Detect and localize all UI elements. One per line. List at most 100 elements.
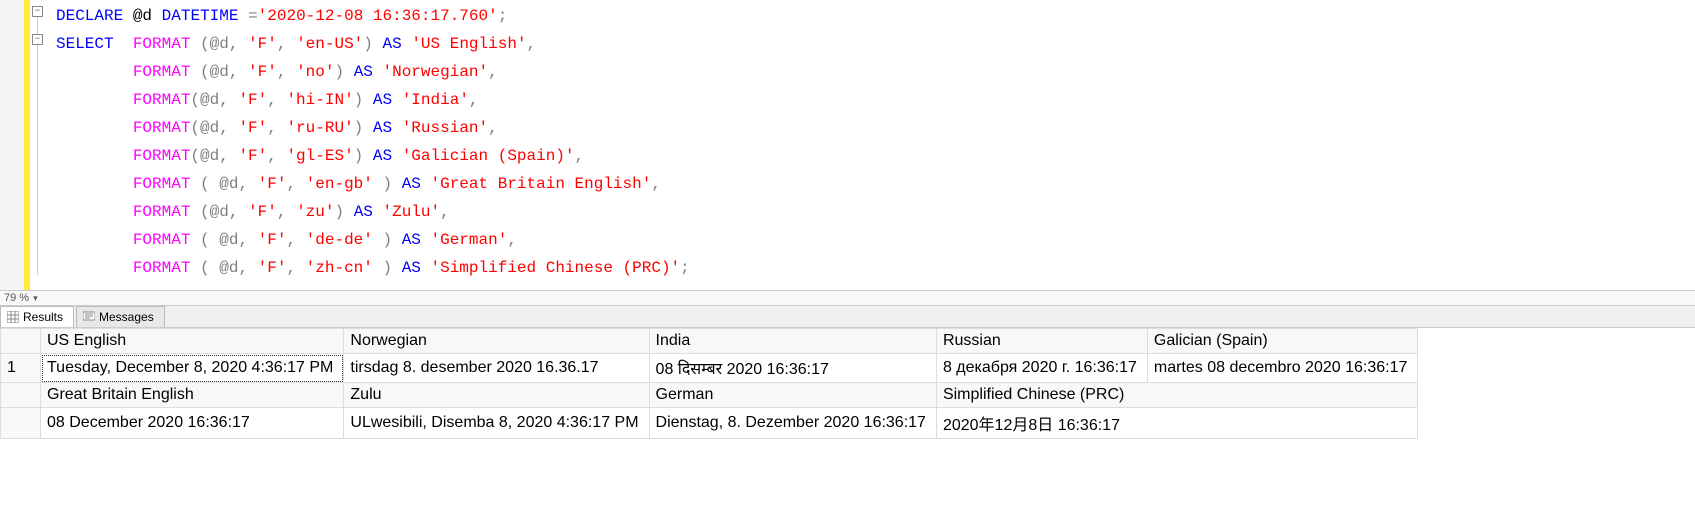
punct: ,: [286, 175, 305, 193]
keyword-as: AS: [354, 63, 373, 81]
column-header[interactable]: India: [649, 329, 936, 354]
table-header-row: Great Britain English Zulu German Simpli…: [1, 383, 1418, 408]
function-format: FORMAT: [133, 259, 191, 277]
punct: (@d,: [200, 35, 248, 53]
row-header-blank[interactable]: [1, 408, 41, 439]
function-format: FORMAT: [133, 231, 191, 249]
cell[interactable]: 08 दिसम्बर 2020 16:36:17: [649, 354, 936, 383]
cell[interactable]: 08 December 2020 16:36:17: [41, 408, 344, 439]
punct: ): [354, 119, 364, 137]
fold-line: [37, 45, 38, 275]
punct: ,: [277, 63, 296, 81]
code-content[interactable]: DECLARE @d DATETIME ='2020-12-08 16:36:1…: [52, 0, 690, 290]
sql-editor[interactable]: − − DECLARE @d DATETIME ='2020-12-08 16:…: [0, 0, 1695, 291]
row-number[interactable]: 1: [1, 354, 41, 383]
results-grid[interactable]: US English Norwegian India Russian Galic…: [0, 328, 1695, 439]
column-header[interactable]: Russian: [936, 329, 1147, 354]
results-table: US English Norwegian India Russian Galic…: [0, 328, 1418, 439]
keyword-datetime: DATETIME: [162, 7, 239, 25]
string-literal: 'ru-RU': [286, 119, 353, 137]
tab-results[interactable]: Results: [0, 306, 74, 327]
string-literal: 'hi-IN': [286, 91, 353, 109]
editor-gutter: [0, 0, 30, 290]
row-header-blank[interactable]: [1, 383, 41, 408]
operator: =: [248, 7, 258, 25]
results-tabs: Results Messages: [0, 306, 1695, 328]
fold-column: − −: [30, 0, 52, 290]
table-row: 1 Tuesday, December 8, 2020 4:36:17 PM t…: [1, 354, 1418, 383]
column-header[interactable]: Norwegian: [344, 329, 649, 354]
keyword-as: AS: [402, 175, 421, 193]
function-format: FORMAT: [133, 203, 191, 221]
keyword-as: AS: [383, 35, 402, 53]
chevron-down-icon: ▾: [33, 293, 38, 304]
function-format: FORMAT: [133, 147, 191, 165]
function-format: FORMAT: [133, 63, 191, 81]
column-header[interactable]: US English: [41, 329, 344, 354]
punct: ,: [651, 175, 661, 193]
punct: ,: [507, 231, 517, 249]
cell[interactable]: tirsdag 8. desember 2020 16.36.17: [344, 354, 649, 383]
punct: ,: [267, 147, 286, 165]
row-header-blank[interactable]: [1, 329, 41, 354]
tab-messages[interactable]: Messages: [76, 306, 165, 327]
cell[interactable]: 8 декабря 2020 г. 16:36:17: [936, 354, 1147, 383]
tab-label: Messages: [99, 310, 154, 324]
function-format: FORMAT: [133, 119, 191, 137]
punct: (@d,: [190, 119, 238, 137]
punct: ,: [267, 119, 286, 137]
string-literal: 'no': [296, 63, 334, 81]
string-literal: 'Russian': [402, 119, 488, 137]
string-literal: 'en-US': [296, 35, 363, 53]
zoom-indicator[interactable]: 79 % ▾: [0, 291, 1695, 306]
punct: ,: [267, 91, 286, 109]
variable: @d: [133, 7, 152, 25]
cell[interactable]: Dienstag, 8. Dezember 2020 16:36:17: [649, 408, 936, 439]
string-literal: 'F': [238, 147, 267, 165]
column-header[interactable]: Great Britain English: [41, 383, 344, 408]
punct: ): [363, 35, 373, 53]
punct: ): [373, 175, 392, 193]
punct: ): [373, 231, 392, 249]
string-literal: 'India': [402, 91, 469, 109]
punct: ,: [527, 35, 537, 53]
column-header[interactable]: Zulu: [344, 383, 649, 408]
string-literal: 'Zulu': [383, 203, 441, 221]
column-header[interactable]: German: [649, 383, 936, 408]
fold-toggle-icon[interactable]: −: [32, 34, 43, 45]
punct: ,: [277, 203, 296, 221]
string-literal: 'F': [258, 259, 287, 277]
function-format: FORMAT: [133, 175, 191, 193]
string-literal: 'zh-cn': [306, 259, 373, 277]
string-literal: 'German': [431, 231, 508, 249]
string-literal: 'Norwegian': [383, 63, 489, 81]
keyword-as: AS: [373, 147, 392, 165]
punct: ,: [469, 91, 479, 109]
column-header[interactable]: Galician (Spain): [1147, 329, 1418, 354]
punct: ,: [286, 231, 305, 249]
punct: ( @d,: [200, 259, 258, 277]
cell[interactable]: martes 08 decembro 2020 16:36:17: [1147, 354, 1418, 383]
messages-icon: [83, 311, 95, 323]
keyword-as: AS: [373, 91, 392, 109]
string-literal: 'F': [248, 203, 277, 221]
cell[interactable]: 2020年12月8日 16:36:17: [936, 408, 1417, 439]
string-literal: 'F': [248, 35, 277, 53]
fold-toggle-icon[interactable]: −: [32, 6, 43, 17]
punct: ,: [277, 35, 296, 53]
cell[interactable]: Tuesday, December 8, 2020 4:36:17 PM: [41, 354, 344, 383]
punct: (@d,: [200, 203, 248, 221]
cell[interactable]: ULwesibili, Disemba 8, 2020 4:36:17 PM: [344, 408, 649, 439]
punct: ,: [575, 147, 585, 165]
grid-icon: [7, 311, 19, 323]
keyword-select: SELECT: [56, 35, 114, 53]
punct: (@d,: [190, 91, 238, 109]
function-format: FORMAT: [133, 91, 191, 109]
string-literal: 'F': [248, 63, 277, 81]
punct: ,: [488, 63, 498, 81]
column-header[interactable]: Simplified Chinese (PRC): [936, 383, 1417, 408]
punct: ): [373, 259, 392, 277]
string-literal: 'F': [258, 175, 287, 193]
zoom-level: 79 %: [4, 292, 29, 304]
string-literal: 'en-gb': [306, 175, 373, 193]
